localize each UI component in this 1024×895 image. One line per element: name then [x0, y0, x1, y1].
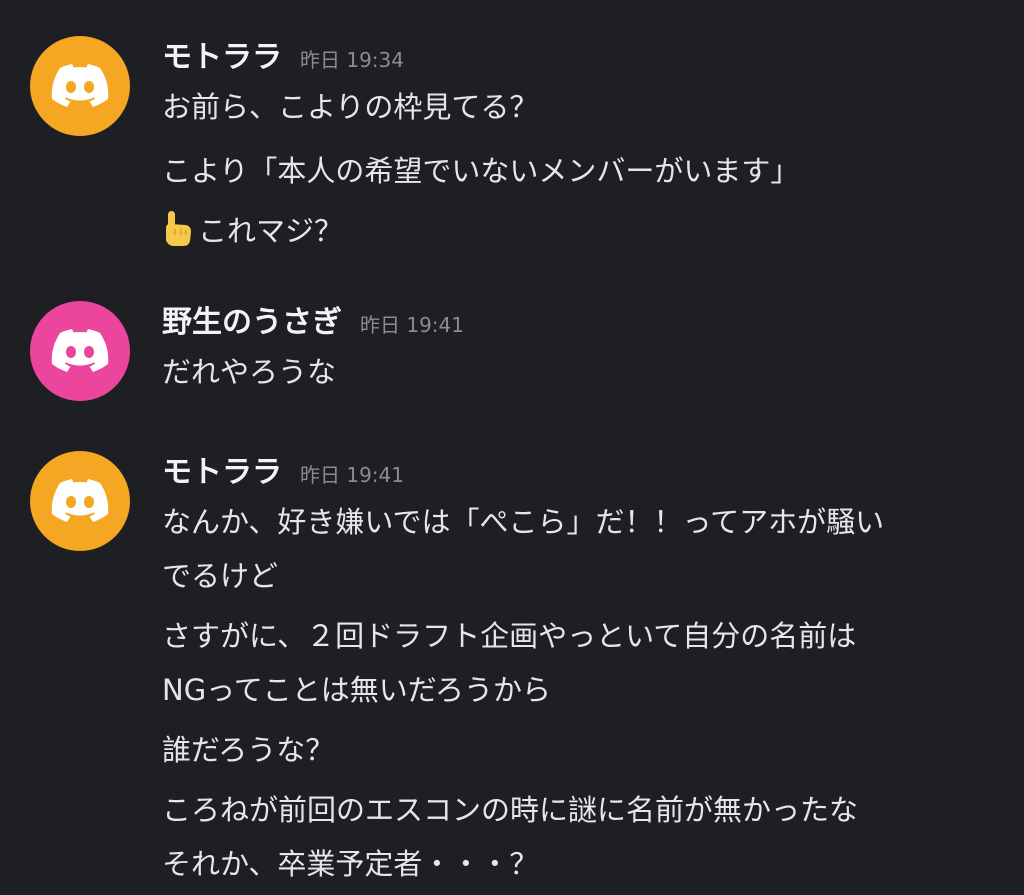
message-header: モトララ 昨日 19:41: [162, 451, 1012, 495]
avatar[interactable]: [30, 36, 130, 136]
timestamp[interactable]: 昨日 19:41: [300, 459, 404, 488]
message-text: でるけど: [162, 559, 279, 593]
username[interactable]: モトララ: [162, 36, 282, 80]
message-text-with-emoji: これマジ？: [162, 204, 1012, 258]
message-content: モトララ 昨日 19:34 お前ら、こよりの枠見てる？ こより「本人の希望でいな…: [162, 36, 1012, 258]
username[interactable]: 野生のうさぎ: [162, 301, 342, 345]
message-text: NGってことは無いだろうから: [162, 673, 551, 707]
message-header: 野生のうさぎ 昨日 19:41: [162, 301, 1012, 345]
avatar[interactable]: [30, 451, 130, 551]
message-text: なんか、好き嫌いでは「ぺこら」だ！！ってアホが騒い: [162, 505, 885, 539]
pointing-up-emoji-icon: [166, 211, 191, 246]
message-text: お前ら、こよりの枠見てる？: [162, 90, 539, 124]
message-header: モトララ 昨日 19:34: [162, 36, 1012, 80]
timestamp[interactable]: 昨日 19:34: [300, 44, 404, 73]
message-text: さすがに、２回ドラフト企画やっといて自分の名前は: [162, 619, 857, 653]
message-content: モトララ 昨日 19:41 なんか、好き嫌いでは「ぺこら」だ！！ってアホが騒い …: [162, 451, 1012, 891]
message-content: 野生のうさぎ 昨日 19:41 だれやろうな: [162, 301, 1012, 399]
avatar[interactable]: [30, 301, 130, 401]
discord-logo-icon: [51, 64, 109, 107]
message-text: こより「本人の希望でいないメンバーがいます」: [162, 154, 800, 188]
message-text: これマジ？: [198, 214, 344, 248]
message-text: ころねが前回のエスコンの時に謎に名前が無かったな: [162, 793, 859, 827]
username[interactable]: モトララ: [162, 451, 282, 495]
discord-logo-icon: [51, 479, 109, 522]
message-text: だれやろうな: [162, 355, 337, 389]
message-text: 誰だろうな？: [162, 733, 335, 767]
message-text: それか、卒業予定者・・・？: [162, 847, 539, 881]
discord-logo-icon: [51, 329, 109, 372]
timestamp[interactable]: 昨日 19:41: [360, 309, 464, 338]
